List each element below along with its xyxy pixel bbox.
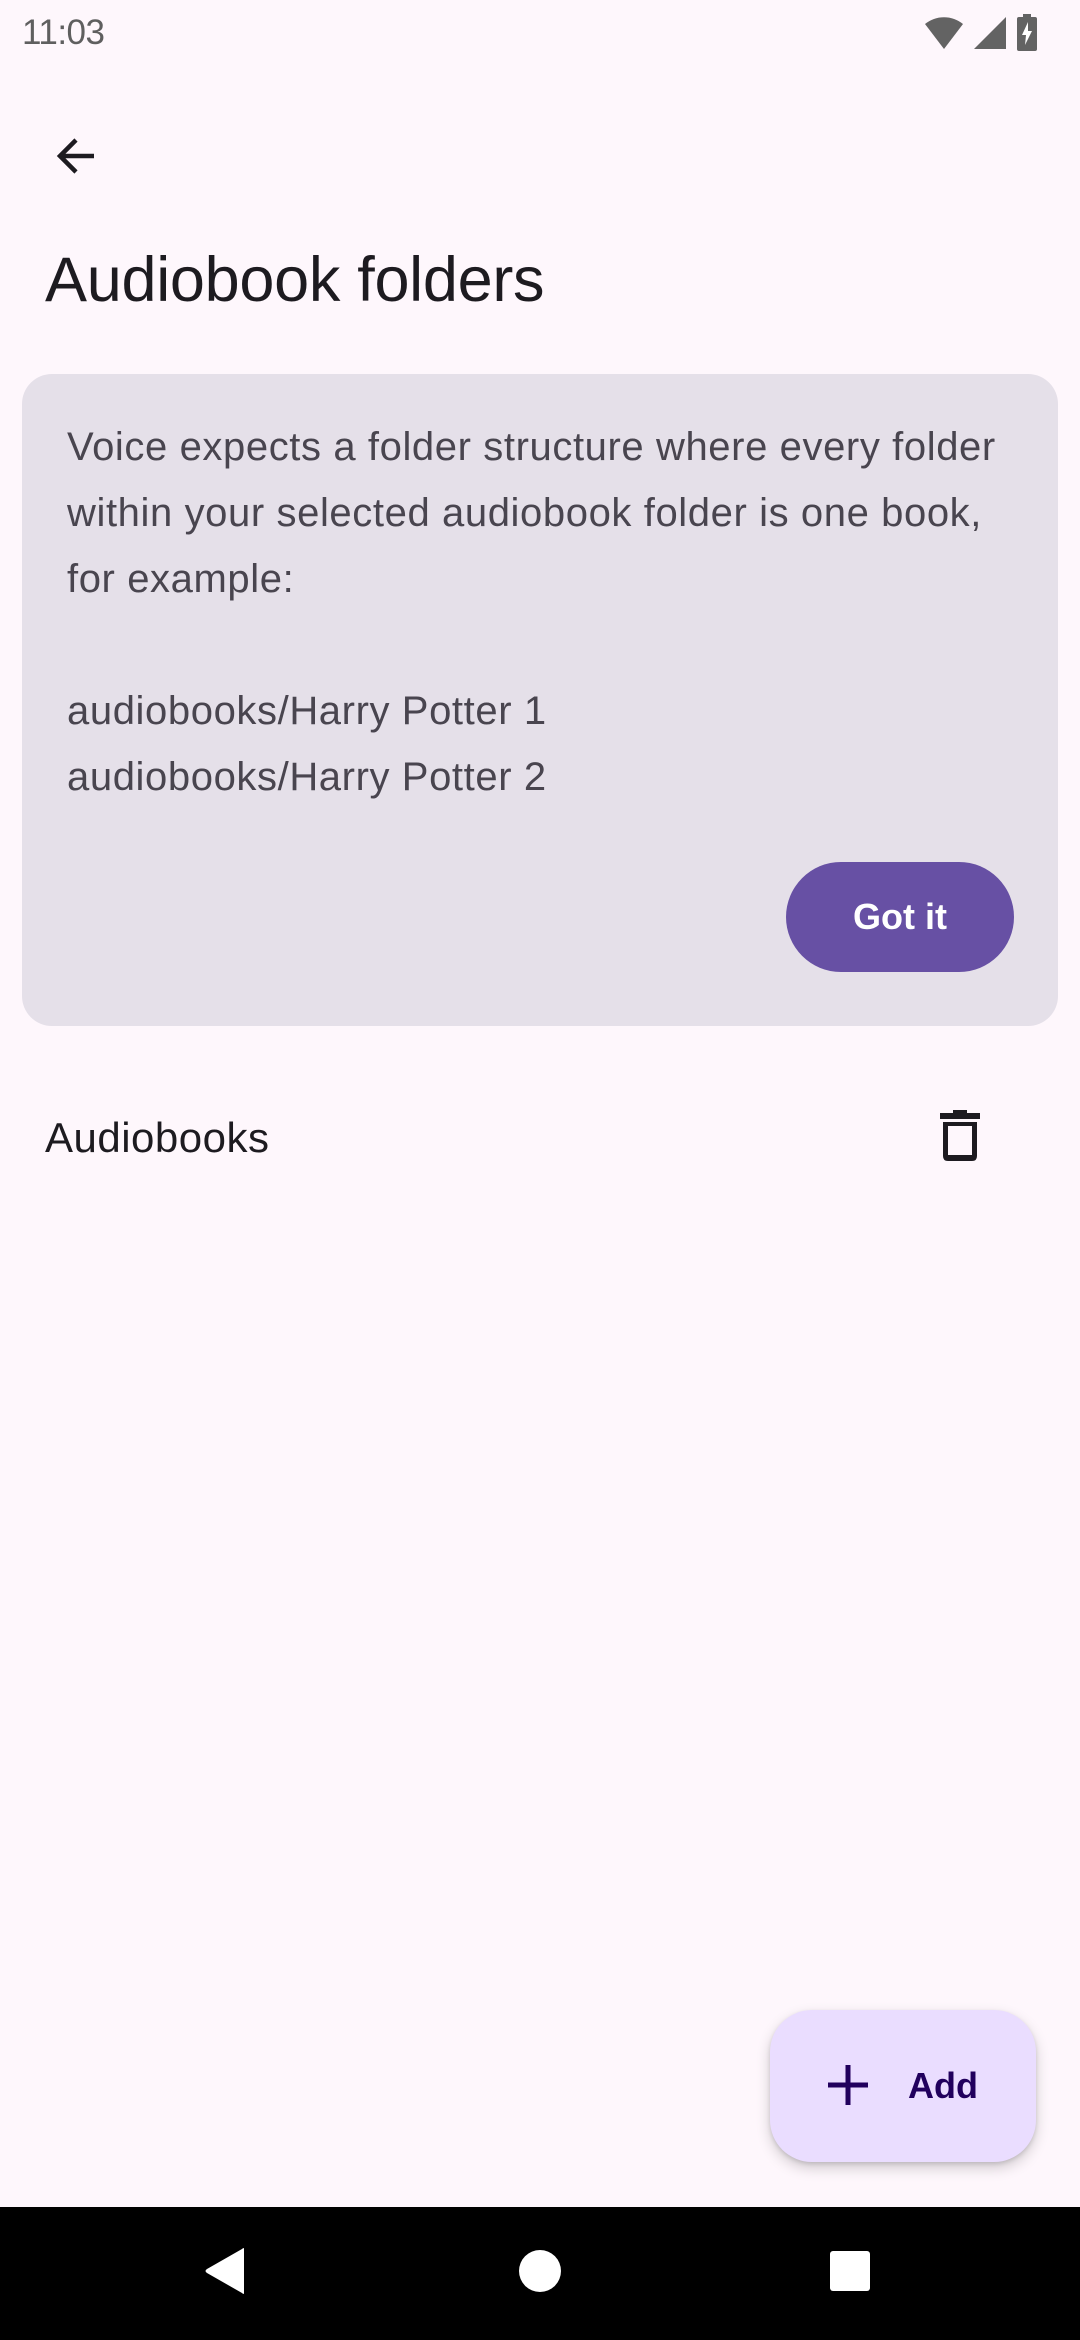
got-it-button[interactable]: Got it bbox=[786, 862, 1014, 972]
nav-recents-button[interactable] bbox=[800, 2224, 900, 2324]
folder-name: Audiobooks bbox=[45, 1114, 270, 1161]
fab-label: Add bbox=[908, 2065, 978, 2106]
delete-folder-button[interactable] bbox=[920, 1098, 1000, 1178]
nav-home-button[interactable] bbox=[490, 2224, 590, 2324]
arrow-back-icon bbox=[52, 132, 100, 185]
status-bar: 11:03 bbox=[0, 0, 1080, 66]
nav-recents-icon bbox=[829, 2250, 871, 2297]
nav-back-button[interactable] bbox=[175, 2224, 275, 2324]
page-title: Audiobook folders bbox=[45, 245, 545, 315]
status-time: 11:03 bbox=[22, 13, 105, 52]
back-button[interactable] bbox=[36, 118, 116, 198]
info-text: Voice expects a folder structure where e… bbox=[67, 425, 996, 799]
plus-icon bbox=[828, 2064, 868, 2108]
cellular-signal-icon bbox=[972, 16, 1008, 50]
nav-home-icon bbox=[518, 2249, 562, 2298]
status-icons bbox=[924, 14, 1038, 52]
nav-back-icon bbox=[204, 2247, 246, 2300]
delete-icon bbox=[940, 1109, 980, 1167]
folder-list-item[interactable]: Audiobooks bbox=[0, 1086, 1080, 1190]
add-folder-fab[interactable]: Add bbox=[770, 2010, 1036, 2162]
system-nav-bar bbox=[0, 2207, 1080, 2340]
battery-charging-icon bbox=[1016, 14, 1038, 52]
wifi-icon bbox=[924, 16, 964, 50]
info-card: Voice expects a folder structure where e… bbox=[22, 374, 1058, 1026]
